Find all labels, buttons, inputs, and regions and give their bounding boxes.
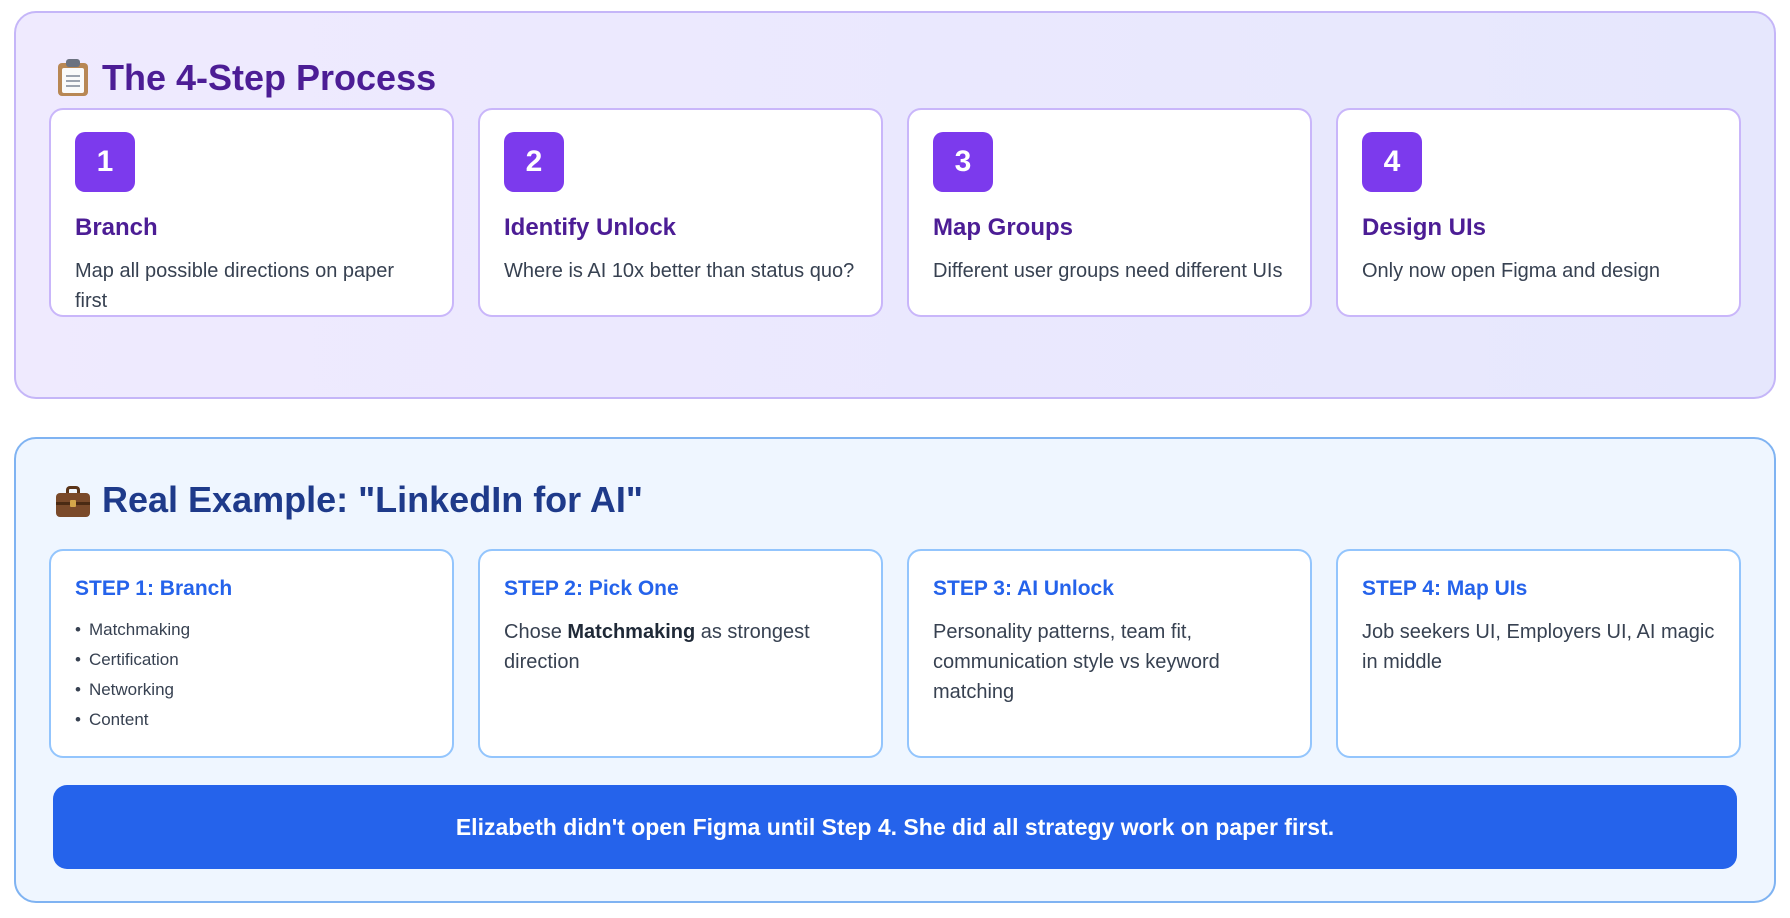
example-steps: STEP 1: Branch Matchmaking Certification… bbox=[49, 549, 1741, 758]
step-number-badge: 3 bbox=[933, 132, 993, 192]
example-step-description: Personality patterns, team fit, communic… bbox=[933, 621, 1220, 703]
highlighted-choice: Matchmaking bbox=[567, 621, 696, 643]
process-step-card: 2 Identify Unlock Where is AI 10x better… bbox=[478, 108, 883, 317]
step-title: Design UIs bbox=[1362, 214, 1487, 241]
list-item: Matchmaking bbox=[75, 615, 428, 645]
example-step-card: STEP 4: Map UIs Job seekers UI, Employer… bbox=[1336, 549, 1741, 758]
example-step-title: STEP 4: Map UIs bbox=[1362, 577, 1528, 600]
example-step-card: STEP 3: AI Unlock Personality patterns, … bbox=[907, 549, 1312, 758]
example-step-title: STEP 2: Pick One bbox=[504, 577, 679, 600]
example-title: Real Example: "LinkedIn for AI" bbox=[54, 479, 643, 521]
briefcase-icon bbox=[54, 481, 92, 519]
step-number-badge: 1 bbox=[75, 132, 135, 192]
list-item: Content bbox=[75, 705, 428, 735]
step-number-badge: 2 bbox=[504, 132, 564, 192]
step-title: Branch bbox=[75, 214, 158, 241]
process-title-text: The 4-Step Process bbox=[102, 57, 437, 98]
process-step-card: 3 Map Groups Different user groups need … bbox=[907, 108, 1312, 317]
step-title: Identify Unlock bbox=[504, 214, 677, 241]
step-description: Where is AI 10x better than status quo? bbox=[504, 260, 855, 282]
example-title-text: Real Example: "LinkedIn for AI" bbox=[102, 479, 643, 520]
example-step-card: STEP 2: Pick One Chose Matchmaking as st… bbox=[478, 549, 883, 758]
step-number-badge: 4 bbox=[1362, 132, 1422, 192]
process-step-card: 1 Branch Map all possible directions on … bbox=[49, 108, 454, 317]
step-description: Map all possible directions on paper fir… bbox=[75, 260, 395, 312]
example-panel: Real Example: "LinkedIn for AI" STEP 1: … bbox=[14, 437, 1776, 903]
list-item: Certification bbox=[75, 645, 428, 675]
process-step-card: 4 Design UIs Only now open Figma and des… bbox=[1336, 108, 1741, 317]
example-step-title: STEP 1: Branch bbox=[75, 577, 233, 600]
example-step-card: STEP 1: Branch Matchmaking Certification… bbox=[49, 549, 454, 758]
example-step-description: Job seekers UI, Employers UI, AI magic i… bbox=[1362, 621, 1715, 673]
process-title: The 4-Step Process bbox=[54, 57, 436, 99]
step-description: Different user groups need different UIs bbox=[933, 260, 1283, 282]
example-step-description: Chose Matchmaking as strongest direction bbox=[504, 621, 810, 673]
step-title: Map Groups bbox=[933, 214, 1074, 241]
step-description: Only now open Figma and design bbox=[1362, 260, 1660, 282]
branch-list: Matchmaking Certification Networking Con… bbox=[75, 615, 428, 735]
process-panel: The 4-Step Process 1 Branch Map all poss… bbox=[14, 11, 1776, 399]
process-steps: 1 Branch Map all possible directions on … bbox=[49, 108, 1741, 317]
summary-banner: Elizabeth didn't open Figma until Step 4… bbox=[53, 785, 1737, 869]
example-step-title: STEP 3: AI Unlock bbox=[933, 577, 1114, 600]
list-item: Networking bbox=[75, 675, 428, 705]
clipboard-icon bbox=[54, 59, 92, 97]
